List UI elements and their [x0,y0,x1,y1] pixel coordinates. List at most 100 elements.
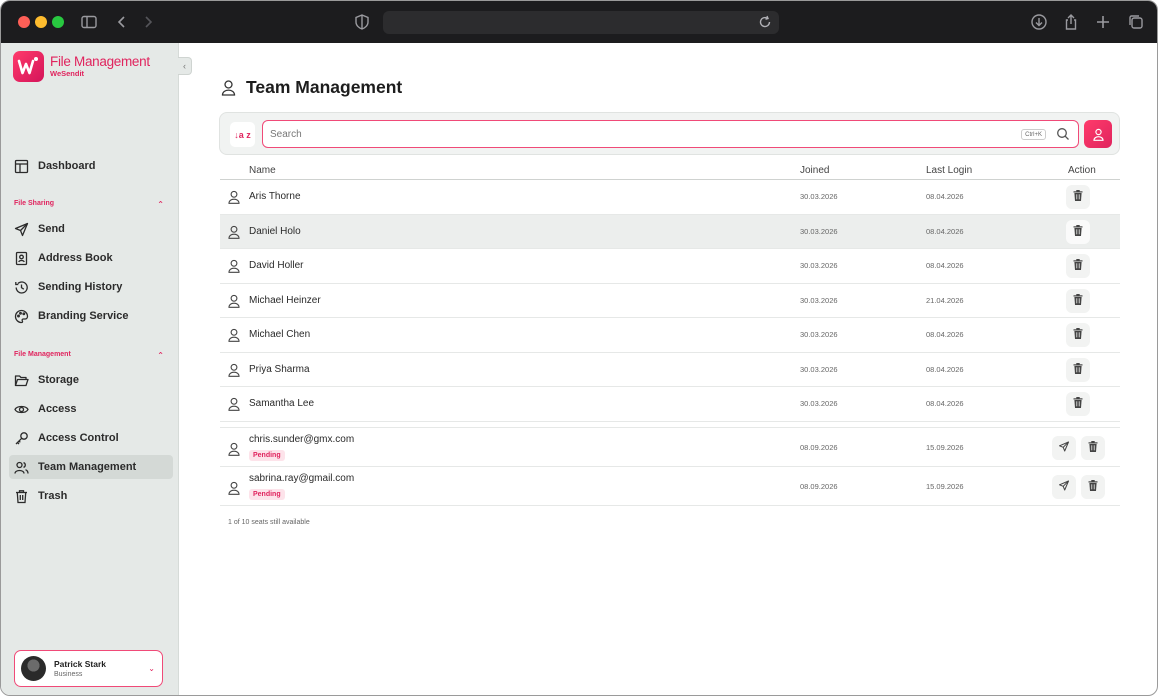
table-row[interactable]: David Holler 30.03.2026 08.04.2026 [220,249,1120,284]
sidebar-item-label: Dashboard [38,160,96,172]
trash-icon [1073,257,1083,275]
trash-icon [1073,188,1083,206]
last-login-date: 08.04.2026 [926,261,964,270]
search-icon[interactable] [1056,127,1070,141]
send-icon [14,222,29,237]
new-tab-icon[interactable] [1092,11,1114,33]
user-icon [228,481,240,495]
invite-member-button[interactable] [1084,120,1112,148]
delete-member-button[interactable] [1066,288,1090,313]
user-name: Patrick Stark [54,658,106,669]
table-row[interactable]: Michael Chen 30.03.2026 08.04.2026 [220,318,1120,353]
palette-icon [14,309,29,324]
table-header: Name Joined Last Login Action [220,161,1120,180]
user-icon [228,397,240,411]
share-icon[interactable] [1060,11,1082,33]
table-row[interactable]: Michael Heinzer 30.03.2026 21.04.2026 [220,284,1120,318]
joined-date: 08.09.2026 [800,442,838,452]
table-row[interactable]: Daniel Holo 30.03.2026 08.04.2026 [220,214,1120,249]
chevron-up-icon: ⌃ [157,351,164,360]
joined-date: 30.03.2026 [800,364,838,374]
minimize-window-button[interactable] [35,16,47,28]
user-icon [221,80,236,96]
member-name: Daniel Holo [249,225,301,237]
delete-member-button[interactable] [1066,185,1090,209]
sidebar-item-access-control[interactable]: Access Control [9,426,173,450]
sidebar-item-access[interactable]: Access [9,397,173,421]
joined-date: 30.03.2026 [800,226,838,236]
sidebar-toggle-icon[interactable] [78,11,100,33]
sidebar-item-label: Send [38,223,65,235]
search-input[interactable] [263,121,1003,147]
send-icon [1059,478,1069,496]
sidebar-item-dashboard[interactable]: Dashboard [9,154,173,178]
app-logo[interactable]: File Management WeSendit [13,51,150,82]
trash-icon [1088,478,1098,496]
forward-icon[interactable] [137,11,159,33]
delete-invite-button[interactable] [1081,474,1105,499]
shortcut-hint: Ctrl+K [1021,129,1046,140]
app-title: File Management [50,54,150,69]
page-header: Team Management [221,77,402,98]
search-field[interactable]: Ctrl+K [262,120,1079,148]
address-bar[interactable] [383,11,779,34]
sidebar-item-team-management[interactable]: Team Management [9,455,173,479]
avatar [21,656,46,681]
delete-member-button[interactable] [1066,219,1090,244]
trash-icon [1073,395,1083,413]
sidebar-item-branding-service[interactable]: Branding Service [9,304,173,328]
delete-invite-button[interactable] [1081,435,1105,460]
member-name: Aris Thorne [249,191,301,202]
sidebar-item-label: Access [38,403,77,415]
wesendit-logo-icon [13,51,44,82]
column-name[interactable]: Name [249,165,276,176]
chevron-down-icon: ⌄ [148,664,155,673]
delete-member-button[interactable] [1066,392,1090,416]
last-login-date: 21.04.2026 [926,295,964,305]
close-window-button[interactable] [18,16,30,28]
trash-icon [14,489,29,504]
toolbar: ↓a z Ctrl+K [219,112,1120,155]
app-subtitle: WeSendit [50,69,85,78]
collapse-sidebar-button[interactable]: ‹ [178,57,192,75]
reload-icon[interactable] [757,14,773,30]
resend-invite-button[interactable] [1052,474,1076,499]
table-row[interactable]: Aris Thorne 30.03.2026 08.04.2026 [220,180,1120,215]
status-badge: Pending [249,449,285,461]
table-row[interactable]: Priya Sharma 30.03.2026 08.04.2026 [220,353,1120,387]
section-file-sharing[interactable]: File Sharing ⌃ [14,200,164,209]
user-account-menu[interactable]: Patrick Stark Business ⌄ [14,650,163,687]
trash-icon [1073,361,1083,379]
column-last-login[interactable]: Last Login [926,165,972,176]
last-login-date: 15.09.2026 [926,481,964,491]
sidebar-item-label: Trash [38,490,68,502]
sort-button[interactable]: ↓a z [230,122,255,147]
joined-date: 30.03.2026 [800,330,838,339]
sidebar-item-address-book[interactable]: Address Book [9,246,173,270]
sidebar-item-storage[interactable]: Storage [9,368,173,392]
pending-invite-row[interactable]: chris.sunder@gmx.com Pending 08.09.2026 15.… [220,428,1120,467]
sidebar-item-trash[interactable]: Trash [9,484,173,508]
joined-date: 30.03.2026 [800,261,838,270]
tab-overview-icon[interactable] [1125,11,1147,33]
download-icon[interactable] [1028,11,1050,33]
sidebar-item-label: Access Control [38,432,119,444]
sidebar-item-sending-history[interactable]: Sending History [9,275,173,299]
sidebar-item-label: Address Book [38,252,113,264]
delete-member-button[interactable] [1066,254,1090,278]
team-table: Name Joined Last Login Action Aris Thorn… [220,161,1120,506]
column-joined[interactable]: Joined [800,165,829,176]
user-icon [228,442,240,456]
delete-member-button[interactable] [1066,323,1090,347]
pending-invite-row[interactable]: sabrina.ray@gmail.com Pending 08.09.2026 15… [220,467,1120,506]
privacy-shield-icon[interactable] [351,11,373,33]
maximize-window-button[interactable] [52,16,64,28]
resend-invite-button[interactable] [1052,435,1076,460]
sidebar-item-send[interactable]: Send [9,217,173,241]
user-icon [228,294,240,308]
table-row[interactable]: Samantha Lee 30.03.2026 08.04.2026 [220,387,1120,422]
delete-member-button[interactable] [1066,357,1090,382]
back-icon[interactable] [111,11,133,33]
member-name: David Holler [249,260,304,271]
section-file-management[interactable]: File Management ⌃ [14,351,164,360]
